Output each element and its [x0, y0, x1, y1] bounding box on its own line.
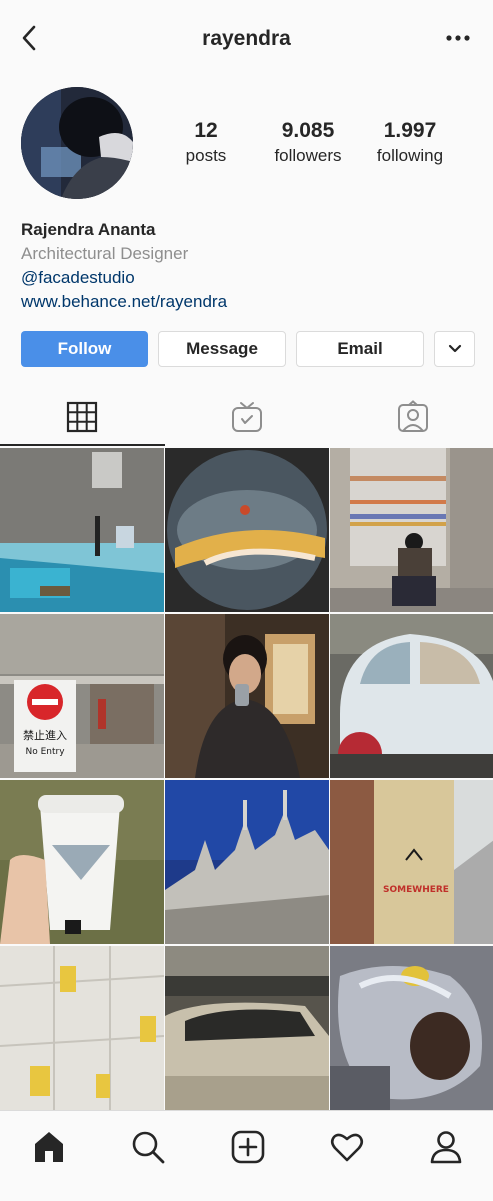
- profile-name: Rajendra Ananta: [21, 220, 156, 239]
- posts-stat[interactable]: 12 posts: [160, 118, 252, 168]
- grid-photo-2[interactable]: [165, 448, 329, 612]
- profile-tabs: [0, 390, 493, 446]
- new-post-icon[interactable]: [230, 1129, 266, 1165]
- following-count: 1.997: [383, 119, 437, 142]
- grid-photo-3[interactable]: [330, 448, 493, 612]
- profile-website-link[interactable]: www.behance.net/rayendra: [21, 290, 471, 314]
- profile-icon[interactable]: [428, 1129, 464, 1165]
- top-bar: rayendra: [0, 0, 493, 78]
- no-entry-sign-subtext: No Entry: [25, 747, 65, 757]
- followers-count: 9.085: [281, 119, 335, 142]
- grid-photo-6[interactable]: [330, 614, 493, 778]
- following-stat[interactable]: 1.997 following: [364, 118, 456, 168]
- grid-photo-9[interactable]: SOMEWHERE: [330, 780, 493, 944]
- grid-photo-11[interactable]: [165, 946, 329, 1110]
- email-button[interactable]: Email: [296, 331, 424, 367]
- igtv-icon[interactable]: [230, 400, 264, 434]
- search-icon[interactable]: [130, 1129, 166, 1165]
- suggested-dropdown-button[interactable]: [434, 331, 475, 367]
- more-options-icon[interactable]: [445, 28, 471, 48]
- somewhere-sign-text: SOMEWHERE: [383, 885, 449, 895]
- chevron-down-icon: [448, 344, 461, 353]
- follow-button[interactable]: Follow: [21, 331, 148, 367]
- grid-icon[interactable]: [65, 400, 99, 434]
- activity-heart-icon[interactable]: [329, 1129, 365, 1165]
- avatar[interactable]: [21, 87, 133, 199]
- profile-bio: Rajendra Ananta Architectural Designer @…: [21, 218, 471, 314]
- grid-photo-12[interactable]: [330, 946, 493, 1110]
- tagged-icon[interactable]: [396, 400, 430, 434]
- active-tab-indicator: [0, 444, 165, 446]
- grid-photo-10[interactable]: [0, 946, 164, 1110]
- profile-category: Architectural Designer: [21, 244, 189, 263]
- profile-username: rayendra: [202, 27, 291, 50]
- posts-count: 12: [194, 119, 218, 142]
- profile-stats: 12 posts 9.085 followers 1.997 following: [150, 118, 473, 178]
- followers-stat[interactable]: 9.085 followers: [262, 118, 354, 168]
- profile-handle-link[interactable]: @facadestudio: [21, 266, 471, 290]
- grid-photo-1[interactable]: [0, 448, 164, 612]
- grid-photo-4[interactable]: 禁止進入 No Entry: [0, 614, 164, 778]
- posts-label: posts: [185, 146, 227, 165]
- grid-photo-7[interactable]: [0, 780, 164, 944]
- grid-photo-5[interactable]: [165, 614, 329, 778]
- home-icon[interactable]: [31, 1129, 67, 1165]
- photo-grid: 禁止進入 No Entry SOMEWHERE: [0, 448, 493, 1110]
- following-label: following: [376, 146, 444, 165]
- followers-label: followers: [274, 146, 342, 165]
- no-entry-sign-text: 禁止進入: [23, 729, 67, 742]
- message-button[interactable]: Message: [158, 331, 286, 367]
- grid-photo-8[interactable]: [165, 780, 329, 944]
- bottom-nav-bar: [0, 1110, 493, 1201]
